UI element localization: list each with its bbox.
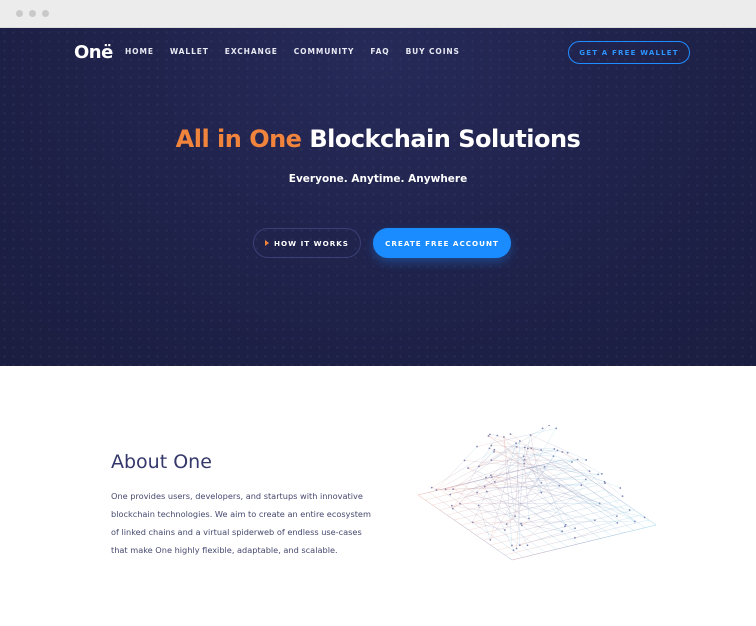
hero-title-accent: All in One [175,125,302,153]
window-minimize-dot[interactable] [29,10,36,17]
logo[interactable]: Onë [74,42,113,63]
how-it-works-label: HOW IT WORKS [274,238,349,248]
nav-item-wallet[interactable]: WALLET [170,47,209,56]
nav-item-exchange[interactable]: EXCHANGE [225,47,278,56]
about-text: One provides users, developers, and star… [111,491,371,555]
main-nav: HOME WALLET EXCHANGE COMMUNITY FAQ BUY C… [125,47,476,56]
create-free-account-button[interactable]: CREATE FREE ACCOUNT [373,228,511,258]
hero-title: All in One Blockchain Solutions [0,125,756,153]
hero-title-rest: Blockchain Solutions [301,125,581,153]
window-close-dot[interactable] [16,10,23,17]
play-icon [265,240,270,246]
get-free-wallet-button[interactable]: GET A FREE WALLET [568,41,690,64]
blockchain-network-illustration [417,425,657,561]
about-title: About One [111,451,212,473]
how-it-works-button[interactable]: HOW IT WORKS [253,228,361,258]
nav-item-buy-coins[interactable]: BUY COINS [406,47,460,56]
nav-item-faq[interactable]: FAQ [370,47,389,56]
hero-subtitle: Everyone. Anytime. Anywhere [288,173,468,185]
nav-item-home[interactable]: HOME [125,47,154,56]
browser-title-bar [0,0,756,28]
hero-section: Onë HOME WALLET EXCHANGE COMMUNITY FAQ B… [0,28,756,366]
window-maximize-dot[interactable] [42,10,49,17]
nav-item-community[interactable]: COMMUNITY [294,47,355,56]
